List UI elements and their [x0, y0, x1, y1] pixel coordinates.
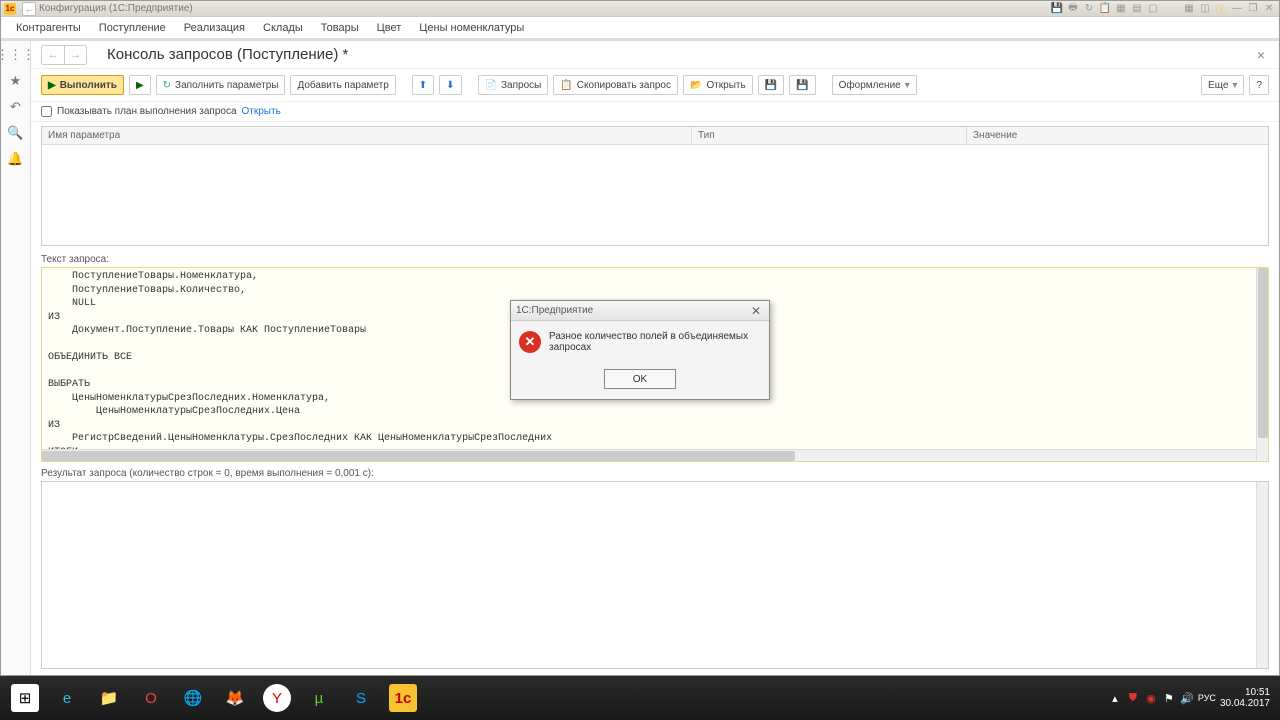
system-tray: ▴ ⛊ ◉ ⚑ 🔊 РУС 10:51 30.04.2017 — [1108, 687, 1276, 710]
tb-calc-icon[interactable]: ▢ — [1146, 2, 1160, 16]
error-icon: ✕ — [519, 331, 541, 353]
menu-item[interactable]: Товары — [321, 22, 359, 34]
page-title: Консоль запросов (Поступление) * — [107, 46, 348, 63]
col-type[interactable]: Тип — [692, 127, 967, 144]
maximize-button[interactable]: ❐ — [1246, 2, 1260, 16]
open-button[interactable]: 📂Открыть — [683, 75, 753, 95]
dialog-close-button[interactable]: ✕ — [748, 304, 764, 318]
taskbar: ⊞ e 📁 O 🌐 🦊 Y µ S 1c ▴ ⛊ ◉ ⚑ 🔊 РУС 10:51… — [0, 676, 1280, 720]
search-icon[interactable]: 🔍 — [8, 125, 24, 141]
tb-paste-icon[interactable]: 📋 — [1098, 2, 1112, 16]
copy-query-button[interactable]: 📋Скопировать запрос — [553, 75, 678, 95]
menu-item[interactable]: Цены номенклатуры — [419, 22, 524, 34]
dialog-message: Разное количество полей в объединяемых з… — [549, 331, 761, 353]
taskbar-skype[interactable]: S — [341, 680, 381, 716]
tb-table-icon[interactable]: ▦ — [1182, 2, 1196, 16]
nav-back-button[interactable]: ← — [42, 46, 64, 64]
tray-shield-icon[interactable]: ⛊ — [1126, 691, 1140, 705]
close-button[interactable]: ✕ — [1262, 2, 1276, 16]
add-param-button[interactable]: Добавить параметр — [290, 75, 395, 95]
dialog-title: 1С:Предприятие — [516, 305, 593, 316]
tb-panel-icon[interactable]: ◫ — [1198, 2, 1212, 16]
tb-calendar-icon[interactable]: ▦ — [1114, 2, 1128, 16]
taskbar-explorer[interactable]: 📁 — [89, 680, 129, 716]
taskbar-ie[interactable]: e — [47, 680, 87, 716]
queries-button[interactable]: 📄Запросы — [478, 75, 549, 95]
menu-item[interactable]: Поступление — [99, 22, 166, 34]
show-plan-checkbox[interactable] — [41, 106, 52, 117]
tray-lang[interactable]: РУС — [1198, 693, 1216, 703]
save-button[interactable]: 💾 — [758, 75, 784, 95]
tb-info-icon[interactable]: ⓘ — [1214, 2, 1228, 16]
query-label: Текст запроса: — [31, 250, 1279, 267]
tray-up-icon[interactable]: ▴ — [1108, 691, 1122, 705]
menu-item[interactable]: Склады — [263, 22, 303, 34]
col-value[interactable]: Значение — [967, 127, 1268, 144]
error-dialog: 1С:Предприятие ✕ ✕ Разное количество пол… — [510, 300, 770, 400]
tb-refresh-icon[interactable]: ↻ — [1082, 2, 1096, 16]
tb-save-icon[interactable]: 💾 — [1050, 2, 1064, 16]
tray-clock[interactable]: 10:51 30.04.2017 — [1220, 687, 1270, 710]
page-close-button[interactable]: × — [1253, 45, 1269, 65]
bell-icon[interactable]: 🔔 — [8, 151, 24, 167]
menu-item[interactable]: Реализация — [184, 22, 245, 34]
result-panel — [41, 481, 1269, 669]
result-scroll-v[interactable] — [1256, 482, 1268, 668]
apps-icon[interactable]: ⋮⋮⋮ — [8, 47, 24, 63]
tb-grid-icon[interactable]: ▤ — [1130, 2, 1144, 16]
execute-button[interactable]: ▶Выполнить — [41, 75, 124, 95]
format-button[interactable]: Оформление ▾ — [832, 75, 917, 95]
tb-print-icon[interactable]: 🖶 — [1066, 2, 1080, 16]
show-plan-label: Показывать план выполнения запроса — [57, 106, 237, 117]
help-button[interactable]: ? — [1249, 75, 1269, 95]
save-as-button[interactable]: 💾 — [789, 75, 815, 95]
taskbar-1c[interactable]: 1c — [383, 680, 423, 716]
menu-item[interactable]: Цвет — [377, 22, 402, 34]
params-table[interactable]: Имя параметра Тип Значение — [41, 126, 1269, 246]
move-down-button[interactable]: ⬇ — [439, 75, 461, 95]
tray-volume-icon[interactable]: 🔊 — [1180, 691, 1194, 705]
more-button[interactable]: Еще ▾ — [1201, 75, 1244, 95]
taskbar-chrome[interactable]: 🌐 — [173, 680, 213, 716]
query-scroll-h[interactable] — [42, 449, 1256, 461]
open-plan-link[interactable]: Открыть — [242, 106, 281, 117]
sidebar: ⋮⋮⋮ ★ ↶ 🔍 🔔 — [1, 41, 31, 675]
taskbar-opera[interactable]: O — [131, 680, 171, 716]
dialog-ok-button[interactable]: OK — [604, 369, 676, 389]
main-menu: Контрагенты Поступление Реализация Склад… — [1, 17, 1279, 39]
fill-params-button[interactable]: ↻Заполнить параметры — [156, 75, 286, 95]
query-scroll-v[interactable] — [1256, 268, 1268, 461]
toolbar: ▶Выполнить ▶ ↻Заполнить параметры Добави… — [31, 69, 1279, 102]
minimize-button[interactable]: — — [1230, 2, 1244, 16]
tray-flag-icon[interactable]: ⚑ — [1162, 691, 1176, 705]
taskbar-firefox[interactable]: 🦊 — [215, 680, 255, 716]
window-title: Конфигурация (1С:Предприятие) — [39, 3, 193, 14]
app-icon: 1c — [4, 3, 16, 15]
titlebar-back-button[interactable]: ← — [22, 2, 36, 16]
col-name[interactable]: Имя параметра — [42, 127, 692, 144]
star-icon[interactable]: ★ — [8, 73, 24, 89]
menu-item[interactable]: Контрагенты — [16, 22, 81, 34]
nav-forward-button[interactable]: → — [64, 46, 86, 64]
move-up-button[interactable]: ⬆ — [412, 75, 434, 95]
execute-next-button[interactable]: ▶ — [129, 75, 151, 95]
history-icon[interactable]: ↶ — [8, 99, 24, 115]
result-label: Результат запроса (количество строк = 0,… — [31, 462, 1279, 481]
titlebar: 1c ← Конфигурация (1С:Предприятие) 💾 🖶 ↻… — [1, 1, 1279, 17]
start-button[interactable]: ⊞ — [5, 680, 45, 716]
tray-app-icon[interactable]: ◉ — [1144, 691, 1158, 705]
taskbar-yandex[interactable]: Y — [257, 680, 297, 716]
taskbar-utorrent[interactable]: µ — [299, 680, 339, 716]
